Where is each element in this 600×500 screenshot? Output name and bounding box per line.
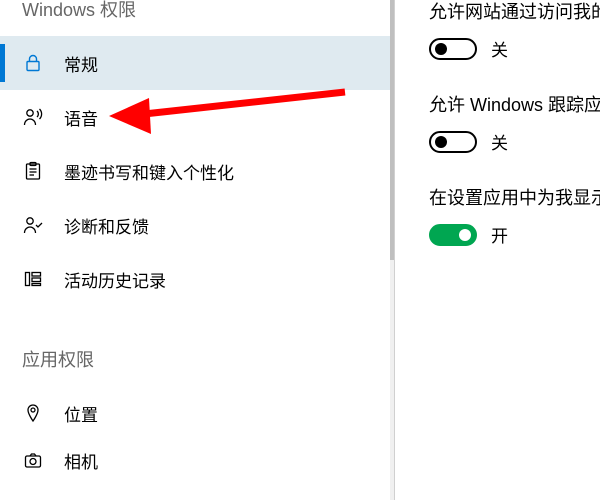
- location-icon: [22, 402, 44, 424]
- setting-label: 在设置应用中为我显示: [429, 184, 600, 210]
- setting-label: 允许网站通过访问我的: [429, 0, 600, 24]
- sidebar-item-camera[interactable]: 相机: [0, 440, 394, 480]
- setting-show-in-settings: 在设置应用中为我显示 开: [429, 184, 600, 247]
- sidebar-item-label: 位置: [64, 401, 98, 426]
- toggle-state-label: 关: [491, 129, 508, 154]
- sidebar-item-label: 相机: [64, 448, 98, 473]
- section-header-app-permissions: 应用权限: [0, 306, 394, 386]
- sidebar-item-location[interactable]: 位置: [0, 386, 394, 440]
- toggle-state-label: 关: [491, 36, 508, 61]
- feedback-icon: [22, 214, 44, 236]
- history-icon: [22, 268, 44, 290]
- setting-label: 允许 Windows 跟踪应: [429, 91, 600, 117]
- sidebar-item-activity-history[interactable]: 活动历史记录: [0, 252, 394, 306]
- toggle-show-in-settings[interactable]: [429, 224, 477, 246]
- sidebar-scrollbar[interactable]: [390, 0, 394, 500]
- sidebar: Windows 权限 常规 语音: [0, 0, 395, 500]
- sidebar-item-label: 诊断和反馈: [64, 213, 149, 238]
- setting-windows-tracking: 允许 Windows 跟踪应 关: [429, 91, 600, 154]
- content-panel: 允许网站通过访问我的 关 允许 Windows 跟踪应 关 在设置应用中为我显示…: [395, 0, 600, 500]
- toggle-website-access[interactable]: [429, 38, 477, 60]
- scrollbar-thumb[interactable]: [390, 0, 394, 260]
- sidebar-item-general[interactable]: 常规: [0, 36, 394, 90]
- lock-icon: [22, 52, 44, 74]
- camera-icon: [22, 449, 44, 471]
- sidebar-item-speech[interactable]: 语音: [0, 90, 394, 144]
- sidebar-item-label: 常规: [64, 51, 98, 76]
- sidebar-item-diagnostics[interactable]: 诊断和反馈: [0, 198, 394, 252]
- sidebar-item-label: 活动历史记录: [64, 267, 166, 292]
- section-header-windows-permissions: Windows 权限: [0, 0, 394, 36]
- sidebar-item-inking[interactable]: 墨迹书写和键入个性化: [0, 144, 394, 198]
- clipboard-icon: [22, 160, 44, 182]
- sidebar-item-label: 墨迹书写和键入个性化: [64, 159, 234, 184]
- toggle-state-label: 开: [491, 222, 508, 247]
- sidebar-item-label: 语音: [64, 105, 98, 130]
- toggle-windows-tracking[interactable]: [429, 131, 477, 153]
- setting-website-access: 允许网站通过访问我的 关: [429, 0, 600, 61]
- speech-icon: [22, 106, 44, 128]
